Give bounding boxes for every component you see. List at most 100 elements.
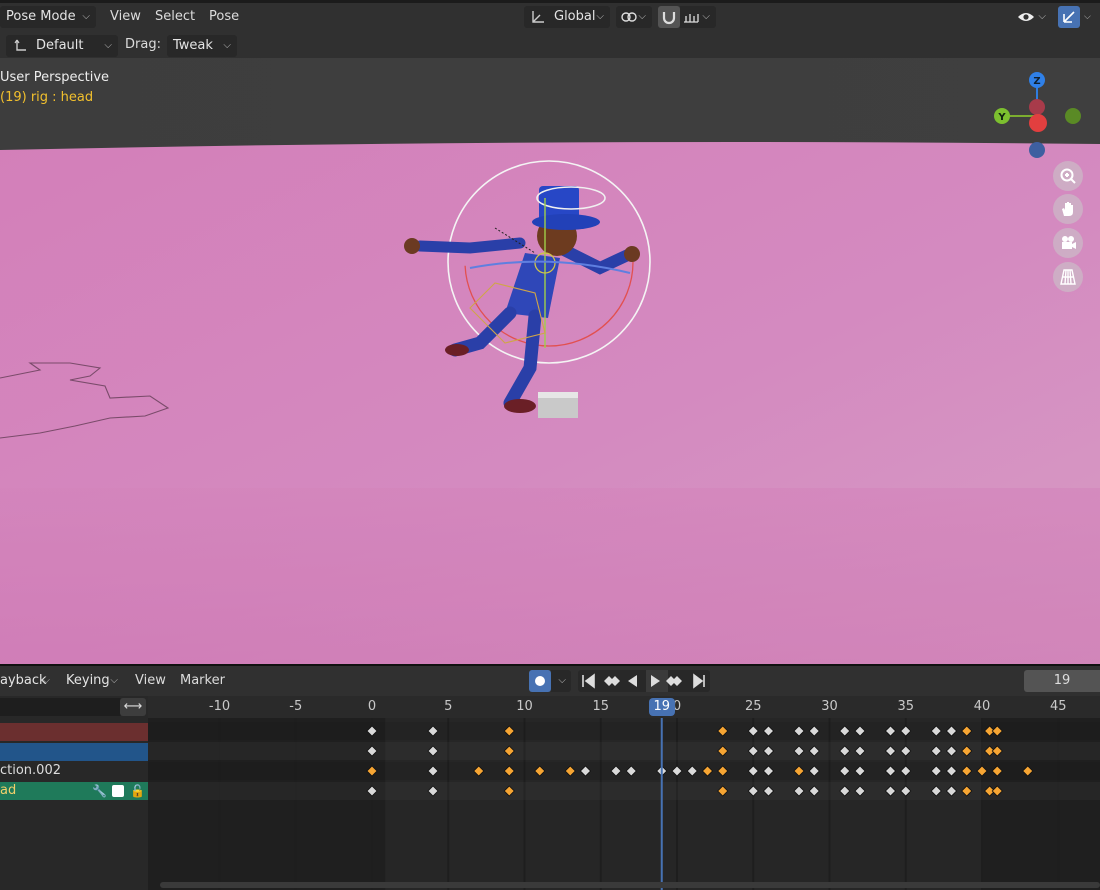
channel-row-stripe <box>148 762 1100 780</box>
chevron-down-icon: ⌵ <box>42 675 50 686</box>
swap-arrows-icon: ⟷ <box>123 699 143 714</box>
play-reverse-icon[interactable] <box>628 675 637 687</box>
transform-pivot-icon <box>14 39 26 51</box>
ruler-tick-label: 45 <box>1049 699 1067 714</box>
jump-keyframe-next-icon[interactable] <box>666 676 682 686</box>
channel-head-label: ad <box>0 783 17 798</box>
jump-start-icon[interactable] <box>582 673 595 689</box>
playback-controls <box>578 670 710 692</box>
timeline-menu-marker[interactable]: Marker <box>180 670 225 692</box>
ruler-tick-label: 40 <box>973 699 991 714</box>
pivot-dropdown[interactable]: Default ⌵ <box>6 35 118 57</box>
ruler-tick-label: 30 <box>821 699 838 714</box>
menu-select[interactable]: Select <box>155 6 195 28</box>
channel-row-stripe <box>148 722 1100 740</box>
3d-viewport[interactable]: Z Y User Perspective (19) rig : head <box>0 58 1100 664</box>
view-name: User Perspective <box>0 70 110 85</box>
menu-pose[interactable]: Pose <box>209 6 239 28</box>
tool-settings-header: Default ⌵ Drag: Tweak ⌵ <box>0 34 1100 58</box>
menu-view[interactable]: View <box>110 6 141 28</box>
channel-object[interactable] <box>0 743 148 761</box>
ruler-tick-label: 25 <box>744 699 762 714</box>
swap-arrows-button[interactable]: ⟷ <box>120 698 146 716</box>
ruler-tick-label: 10 <box>516 699 533 714</box>
zoom-button[interactable] <box>1053 161 1083 191</box>
keying-menu[interactable]: Keying ⌵ <box>60 670 124 692</box>
grid-perspective-icon <box>1060 269 1076 285</box>
drag-dropdown[interactable]: Tweak ⌵ <box>167 35 237 57</box>
snap-target-dropdown[interactable]: ⌵ <box>680 6 716 28</box>
mode-dropdown[interactable]: Pose Mode ⌵ <box>0 6 96 28</box>
perspective-toggle-button[interactable] <box>1053 262 1083 292</box>
drag-value: Tweak <box>173 38 213 53</box>
drag-label: Drag: <box>125 37 161 52</box>
viewport-scene: Z Y <box>0 58 1100 664</box>
snap-increment-icon <box>684 14 699 23</box>
channel-action-label: ction.002 <box>0 763 61 778</box>
ruler-tick-label: 35 <box>897 699 915 714</box>
playback-label: ayback <box>0 673 47 688</box>
magnet-icon <box>662 12 676 25</box>
playhead-frame-label[interactable]: 19 <box>648 698 675 716</box>
jump-keyframe-prev-icon[interactable] <box>604 676 620 686</box>
chevron-down-icon[interactable]: ⌵ <box>1084 12 1091 22</box>
channel-region: ⟷ ction.002 ad 🔧 🔓 <box>0 696 148 890</box>
timeline-menu-view[interactable]: View <box>135 670 166 692</box>
horizontal-scrollbar[interactable] <box>160 882 1100 888</box>
channel-head-bone[interactable]: ad 🔧 🔓 <box>0 782 148 800</box>
viewport-header: Pose Mode ⌵ View Select Pose Global ⌵ ⌵ … <box>0 0 1100 34</box>
dopesheet-area[interactable] <box>148 718 1100 890</box>
chevron-down-icon: ⌵ <box>558 675 566 686</box>
channel-action[interactable]: ction.002 <box>0 762 148 780</box>
eye-icon <box>1018 13 1034 21</box>
ruler-tick-label: 15 <box>592 699 610 714</box>
orientation-axes-icon <box>532 11 544 23</box>
jump-end-icon[interactable] <box>693 673 705 689</box>
channel-summary[interactable] <box>0 723 148 741</box>
wrench-icon[interactable]: 🔧 <box>92 782 107 800</box>
pan-button[interactable] <box>1053 194 1083 224</box>
auto-keying-toggle[interactable] <box>529 670 551 692</box>
gizmo-icon <box>1063 11 1075 23</box>
orientation-dropdown[interactable]: Global ⌵ <box>524 6 610 28</box>
orientation-label: Global <box>554 9 596 24</box>
gizmo-z-label: Z <box>1033 76 1040 87</box>
frame-ruler[interactable]: -10 -5 0 5 10 15 0 25 30 35 40 45 19 <box>148 696 1100 718</box>
mode-label: Pose Mode <box>6 9 76 24</box>
object-info: (19) rig : head <box>0 90 94 105</box>
channel-row-stripe <box>148 782 1100 800</box>
chevron-down-icon: ⌵ <box>702 11 710 22</box>
record-icon <box>535 676 545 686</box>
channel-search-field[interactable] <box>0 698 122 716</box>
playback-menu[interactable]: ayback ⌵ <box>0 670 56 692</box>
chevron-down-icon: ⌵ <box>596 11 604 22</box>
ruler-tick-label: -10 <box>208 699 231 714</box>
visibility-dropdown[interactable]: ⌵ <box>1014 6 1052 28</box>
current-frame-field[interactable]: 19 <box>1024 670 1100 692</box>
ruler-tick-label: 5 <box>444 699 453 714</box>
chevron-down-icon: ⌵ <box>1038 11 1046 22</box>
ruler-tick-label: 0 <box>367 699 377 714</box>
chevron-down-icon: ⌵ <box>110 675 118 686</box>
gizmo-toggle[interactable] <box>1058 6 1080 28</box>
channel-row-stripe <box>148 742 1100 760</box>
snap-toggle[interactable] <box>658 6 680 28</box>
pivot-point-dropdown[interactable]: ⌵ <box>616 6 652 28</box>
camera-icon <box>1062 236 1076 249</box>
checkbox-icon[interactable] <box>112 785 124 797</box>
keying-label: Keying <box>66 673 110 688</box>
chevron-down-icon: ⌵ <box>638 11 646 22</box>
camera-view-button[interactable] <box>1053 228 1083 258</box>
ruler-tick-label: -5 <box>289 699 303 714</box>
gizmo-y-label: Y <box>997 112 1006 123</box>
pivot-label: Default <box>36 38 84 53</box>
auto-keying-options[interactable]: ⌵ <box>551 670 571 692</box>
unlock-icon[interactable]: 🔓 <box>130 782 145 800</box>
hand-pan-icon <box>1062 202 1073 216</box>
chevron-down-icon: ⌵ <box>82 11 90 22</box>
chevron-down-icon: ⌵ <box>223 40 231 51</box>
zoom-icon <box>1060 168 1076 184</box>
playhead-line[interactable] <box>660 718 663 890</box>
chevron-down-icon: ⌵ <box>104 40 112 51</box>
pivot-link-icon <box>621 12 637 22</box>
